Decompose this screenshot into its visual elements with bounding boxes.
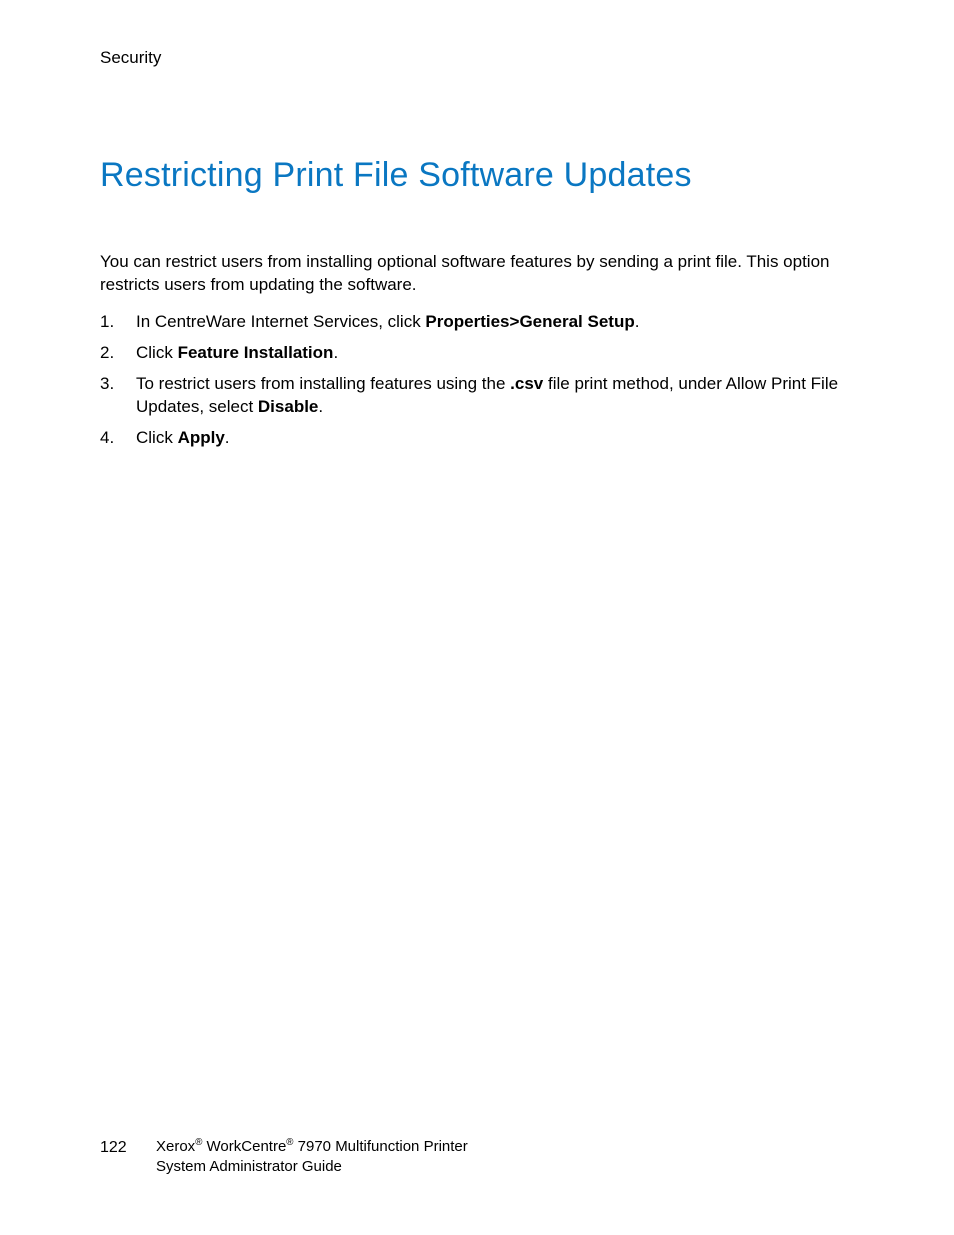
step-item: In CentreWare Internet Services, click P… [100, 311, 854, 334]
step-bold: Disable [258, 397, 318, 416]
step-text: To restrict users from installing featur… [136, 374, 510, 393]
step-text: Click [136, 343, 178, 362]
page-number: 122 [100, 1137, 156, 1159]
step-text: . [635, 312, 640, 331]
page-title: Restricting Print File Software Updates [100, 156, 854, 195]
footer-brand: Xerox [156, 1138, 195, 1155]
step-item: To restrict users from installing featur… [100, 373, 854, 419]
step-sep: > [510, 312, 520, 331]
step-text: . [333, 343, 338, 362]
page-footer: 122 Xerox® WorkCentre® 7970 Multifunctio… [100, 1137, 468, 1178]
footer-brand: WorkCentre [202, 1138, 286, 1155]
step-bold: Apply [178, 428, 225, 447]
step-text: . [225, 428, 230, 447]
step-bold: Feature Installation [178, 343, 334, 362]
document-page: Security Restricting Print File Software… [0, 0, 954, 1235]
intro-paragraph: You can restrict users from installing o… [100, 251, 854, 297]
footer-text: Xerox® WorkCentre® 7970 Multifunction Pr… [156, 1137, 468, 1178]
section-header: Security [100, 48, 854, 68]
step-text: In CentreWare Internet Services, click [136, 312, 425, 331]
footer-subtitle: System Administrator Guide [156, 1158, 342, 1175]
steps-list: In CentreWare Internet Services, click P… [100, 311, 854, 450]
step-text: Click [136, 428, 178, 447]
step-item: Click Apply. [100, 427, 854, 450]
step-text: . [318, 397, 323, 416]
step-bold: General Setup [519, 312, 634, 331]
step-item: Click Feature Installation. [100, 342, 854, 365]
step-bold: Properties [425, 312, 509, 331]
step-bold: .csv [510, 374, 543, 393]
footer-model: 7970 Multifunction Printer [293, 1138, 467, 1155]
